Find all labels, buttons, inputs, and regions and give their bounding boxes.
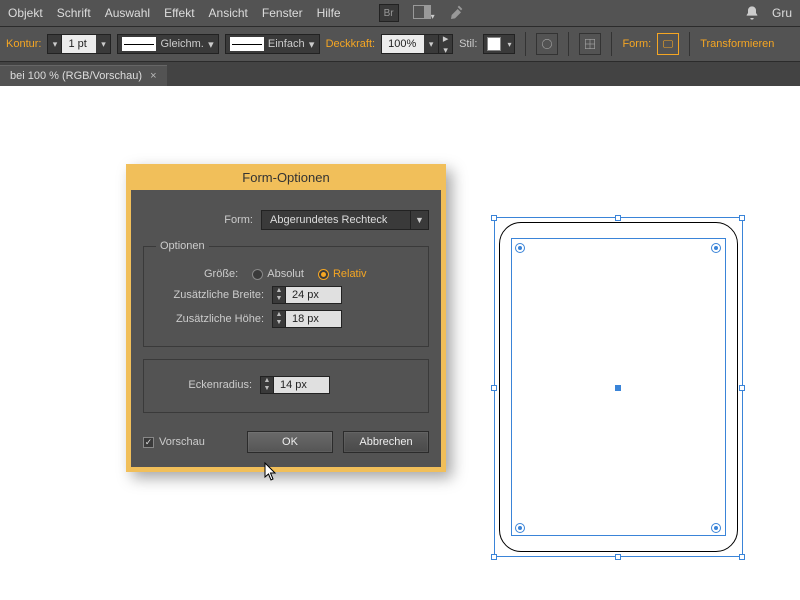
workspace-label[interactable]: Gru bbox=[772, 6, 792, 20]
corner-radius-handle-ne[interactable] bbox=[711, 243, 721, 253]
check-icon: ✓ bbox=[143, 437, 154, 448]
menu-schrift[interactable]: Schrift bbox=[57, 6, 91, 20]
stroke-label: Kontur: bbox=[6, 38, 41, 50]
opacity-label: Deckkraft: bbox=[326, 38, 376, 50]
document-tabs: bei 100 % (RGB/Vorschau) × bbox=[0, 62, 800, 86]
handle-w[interactable] bbox=[491, 385, 497, 391]
handle-s[interactable] bbox=[615, 554, 621, 560]
align-icon[interactable] bbox=[579, 33, 601, 55]
size-absolute-radio[interactable]: Absolut bbox=[252, 268, 304, 280]
shape-rounded-rect-icon[interactable] bbox=[657, 33, 679, 55]
stroke-join-select[interactable]: Einfach ▾ bbox=[225, 34, 320, 54]
stroke-weight-input[interactable]: 1 pt bbox=[47, 34, 111, 54]
style-label: Stil: bbox=[459, 38, 477, 50]
notification-bell-icon[interactable] bbox=[744, 5, 760, 21]
chevron-down-icon: ▼ bbox=[411, 210, 429, 230]
size-label: Größe: bbox=[204, 268, 238, 280]
stroke-cap-select[interactable]: Gleichm. ▾ bbox=[117, 34, 218, 54]
mouse-cursor-icon bbox=[264, 462, 278, 482]
handle-sw[interactable] bbox=[491, 554, 497, 560]
shape-options-dialog: Form-Optionen Form: Abgerundetes Rechtec… bbox=[126, 164, 446, 472]
preview-label: Vorschau bbox=[159, 436, 205, 448]
corner-radius-handle-se[interactable] bbox=[711, 523, 721, 533]
recolor-icon[interactable] bbox=[536, 33, 558, 55]
extra-height-value[interactable]: 18 px bbox=[286, 310, 342, 328]
menu-objekt[interactable]: Objekt bbox=[8, 6, 43, 20]
corner-radius-fieldset: Eckenradius: ▲▼ 14 px bbox=[143, 359, 429, 413]
tab-title: bei 100 % (RGB/Vorschau) bbox=[10, 70, 142, 82]
extra-height-label: Zusätzliche Höhe: bbox=[156, 313, 264, 325]
options-fieldset: Optionen Größe: Absolut Relativ Zusätzli… bbox=[143, 240, 429, 347]
extra-width-label: Zusätzliche Breite: bbox=[156, 289, 264, 301]
stroke-join-label: Einfach bbox=[268, 38, 305, 50]
stroke-weight-value[interactable]: 1 pt bbox=[62, 35, 96, 53]
ok-button[interactable]: OK bbox=[247, 431, 333, 453]
panel-layout-icon[interactable]: ▾ bbox=[413, 5, 435, 22]
menu-auswahl[interactable]: Auswahl bbox=[105, 6, 150, 20]
dialog-title: Form-Optionen bbox=[126, 164, 446, 190]
stroke-cap-label: Gleichm. bbox=[160, 38, 203, 50]
menu-hilfe[interactable]: Hilfe bbox=[317, 6, 341, 20]
size-relative-radio[interactable]: Relativ bbox=[318, 268, 367, 280]
menu-bar: Objekt Schrift Auswahl Effekt Ansicht Fe… bbox=[0, 0, 800, 26]
options-bar: Kontur: 1 pt Gleichm. ▾ Einfach ▾ Deckkr… bbox=[0, 26, 800, 62]
bridge-icon[interactable]: Br bbox=[379, 4, 399, 22]
menu-effekt[interactable]: Effekt bbox=[164, 6, 194, 20]
style-select[interactable]: ▾ bbox=[483, 34, 515, 54]
handle-e[interactable] bbox=[739, 385, 745, 391]
preview-checkbox[interactable]: ✓ Vorschau bbox=[143, 436, 205, 448]
options-legend: Optionen bbox=[156, 240, 209, 252]
handle-n[interactable] bbox=[615, 215, 621, 221]
handle-se[interactable] bbox=[739, 554, 745, 560]
transform-label[interactable]: Transformieren bbox=[700, 38, 774, 50]
corner-radius-label: Eckenradius: bbox=[156, 379, 252, 391]
corner-radius-input[interactable]: ▲▼ 14 px bbox=[260, 376, 330, 394]
corner-radius-handle-nw[interactable] bbox=[515, 243, 525, 253]
corner-radius-handle-sw[interactable] bbox=[515, 523, 525, 533]
pen-nib-icon[interactable] bbox=[449, 5, 465, 21]
extra-width-value[interactable]: 24 px bbox=[286, 286, 342, 304]
shape-type-select[interactable]: Abgerundetes Rechteck ▼ bbox=[261, 210, 429, 230]
handle-center[interactable] bbox=[615, 385, 621, 391]
opacity-input[interactable]: 100% ▸ bbox=[381, 34, 453, 54]
extra-height-input[interactable]: ▲▼ 18 px bbox=[272, 310, 342, 328]
tab-document[interactable]: bei 100 % (RGB/Vorschau) × bbox=[0, 65, 167, 86]
menu-ansicht[interactable]: Ansicht bbox=[209, 6, 248, 20]
handle-nw[interactable] bbox=[491, 215, 497, 221]
menu-fenster[interactable]: Fenster bbox=[262, 6, 303, 20]
handle-ne[interactable] bbox=[739, 215, 745, 221]
corner-radius-value[interactable]: 14 px bbox=[274, 376, 330, 394]
opacity-value[interactable]: 100% bbox=[382, 35, 424, 53]
shape-field-label: Form: bbox=[224, 214, 253, 226]
extra-width-input[interactable]: ▲▼ 24 px bbox=[272, 286, 342, 304]
cancel-button[interactable]: Abbrechen bbox=[343, 431, 429, 453]
close-icon[interactable]: × bbox=[150, 70, 156, 82]
shape-type-value: Abgerundetes Rechteck bbox=[261, 210, 411, 230]
shape-label[interactable]: Form: bbox=[622, 38, 651, 50]
